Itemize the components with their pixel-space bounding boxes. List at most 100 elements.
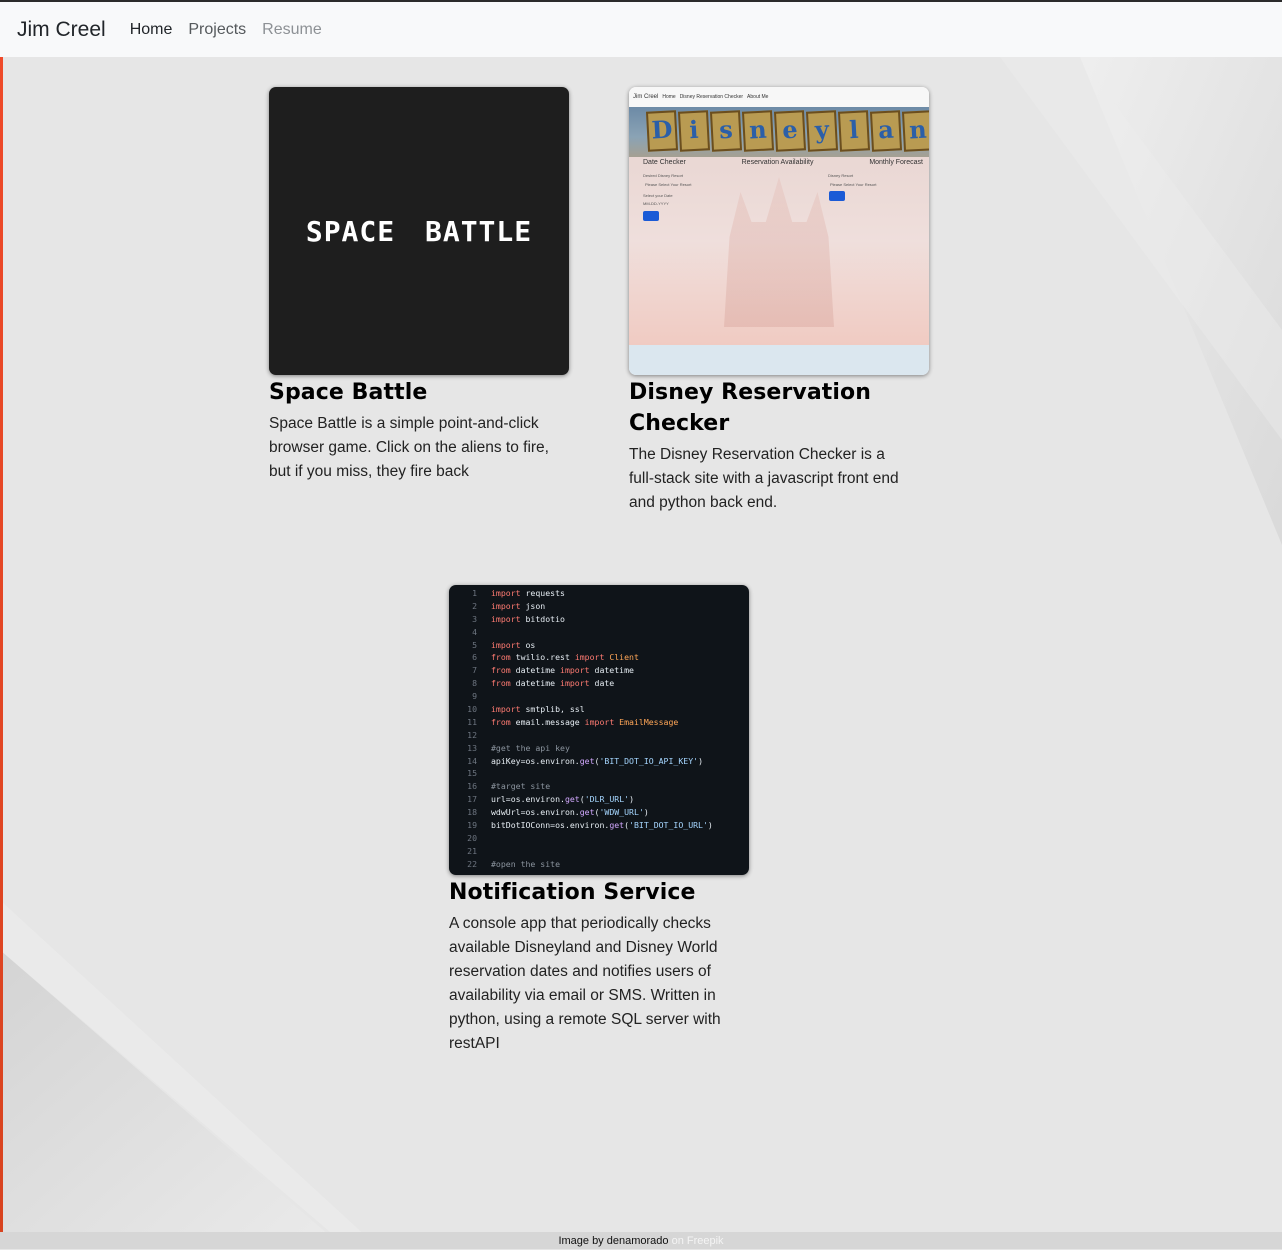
window-top-border	[0, 0, 1282, 2]
disney-checker-thumbnail[interactable]: Jim Creel Home Disney Reservation Checke…	[629, 87, 929, 375]
banner-letter: y	[805, 110, 839, 152]
code-token: import	[491, 704, 521, 715]
footer-credit: Image by denamorado on Freepik	[0, 1232, 1282, 1249]
project-card-space-battle: SPACE BATTLE Space Battle Space Battle i…	[269, 87, 569, 484]
line-number: 11	[467, 716, 477, 727]
code-token: get	[579, 755, 595, 766]
thumb-bottom-strip	[629, 345, 929, 375]
line-number: 1	[472, 588, 477, 598]
thumb-nav-about: About Me	[747, 94, 769, 100]
thumb-submit-button-1	[643, 211, 659, 221]
thumb-field1-value: Please Select Your Resort	[645, 182, 692, 187]
code-token: url=os.environ.	[491, 794, 565, 805]
code-text: from email.message import EmailMessage	[491, 716, 678, 729]
thumb-banner-letters: Disneyland	[645, 110, 929, 152]
thumb-navbar: Jim Creel Home Disney Reservation Checke…	[629, 87, 929, 107]
code-token: get	[564, 794, 580, 805]
code-text: import json	[491, 600, 545, 613]
code-text: #target site	[491, 780, 550, 793]
code-line: 3 import bitdotio	[449, 613, 749, 626]
code-line: 17 url=os.environ.get('DLR_URL')	[449, 793, 749, 806]
code-line: 6 from twilio.rest import Client	[449, 651, 749, 664]
thumb-field1-label: Desired Disney Resort	[643, 173, 684, 178]
line-number: 19	[467, 820, 477, 831]
code-token: datetime	[510, 665, 561, 676]
line-number: 7	[472, 665, 477, 676]
banner-letter: n	[901, 110, 929, 152]
thumb-field3-label: Disney Resort	[828, 173, 854, 178]
thumb-nav-home: Home	[662, 94, 676, 100]
code-token: import	[491, 588, 521, 598]
code-token: get	[609, 820, 625, 831]
nav-link-projects[interactable]: Projects	[188, 21, 246, 39]
code-token: 'BIT_DOT_IO_API_KEY'	[599, 755, 699, 766]
code-line: 8 from datetime import date	[449, 677, 749, 690]
code-token: from	[491, 652, 511, 663]
project-description: The Disney Reservation Checker is a full…	[629, 446, 899, 511]
code-line: 14 apiKey=os.environ.get('BIT_DOT_IO_API_…	[449, 755, 749, 768]
banner-letter: l	[837, 110, 871, 152]
code-text: #get the api key	[491, 742, 570, 755]
code-line: 9	[449, 690, 749, 703]
code-line: 16 #target site	[449, 780, 749, 793]
line-number: 13	[467, 742, 477, 753]
nav-link-resume[interactable]: Resume	[262, 21, 322, 39]
code-token: json	[520, 600, 546, 611]
code-token: smtplib, ssl	[520, 704, 585, 715]
code-text: import requests	[491, 587, 565, 600]
line-number: 10	[467, 704, 477, 715]
code-token: twilio.rest	[510, 652, 575, 663]
code-line: 13 #get the api key	[449, 742, 749, 755]
banner-letter: D	[645, 110, 679, 152]
banner-letter: e	[773, 110, 807, 152]
project-description: Space Battle is a simple point-and-click…	[269, 415, 549, 480]
code-line: 22 #open the site	[449, 858, 749, 871]
code-token: wdwUrl=os.environ.	[491, 807, 580, 818]
space-battle-logo-text: SPACE BATTLE	[305, 214, 533, 248]
banner-letter: n	[741, 110, 775, 152]
code-line: 5 import os	[449, 639, 749, 652]
line-number: 12	[467, 729, 477, 740]
thumb-brand: Jim Creel	[633, 94, 659, 100]
code-token: )	[629, 794, 634, 805]
thumb-columns: Date Checker Reservation Availability Mo…	[643, 159, 923, 166]
line-number: 14	[467, 755, 477, 766]
code-text: from twilio.rest import Client	[491, 651, 639, 664]
code-token: datetime	[589, 665, 634, 676]
code-token: from	[491, 716, 511, 727]
space-battle-thumbnail[interactable]: SPACE BATTLE	[269, 87, 569, 375]
nav-link-home[interactable]: Home	[130, 21, 173, 39]
code-token: #get the api key	[491, 742, 570, 753]
thumb-col-forecast: Monthly Forecast	[869, 159, 923, 166]
code-line: 20	[449, 832, 749, 845]
code-token: date	[589, 678, 615, 689]
line-number: 3	[472, 613, 477, 624]
code-token: bitDotIOConn=os.environ.	[491, 820, 610, 831]
code-token: import	[491, 613, 521, 624]
thumb-field2-label: Select your Date	[643, 193, 673, 198]
code-token: )	[707, 820, 713, 831]
code-token: requests	[520, 588, 565, 598]
line-number: 9	[472, 691, 477, 702]
code-text: bitDotIOConn=os.environ.get('BIT_DOT_IO_…	[491, 819, 713, 832]
thumb-col-date-checker: Date Checker	[643, 159, 686, 166]
code-token: #target site	[491, 781, 551, 792]
code-text: from datetime import datetime	[491, 664, 634, 677]
thumb-castle-shape	[724, 177, 834, 327]
thumb-nav-checker: Disney Reservation Checker	[679, 94, 744, 100]
project-description: A console app that periodically checks a…	[449, 915, 721, 1052]
code-token: Client	[604, 652, 639, 663]
code-token: 'WDW_URL'	[599, 807, 644, 818]
thumb-submit-button-2	[829, 191, 845, 201]
line-number: 5	[472, 639, 477, 650]
code-text: import smtplib, ssl	[491, 703, 585, 716]
navbar-brand[interactable]: Jim Creel	[17, 18, 106, 42]
code-line: 18 wdwUrl=os.environ.get('WDW_URL')	[449, 806, 749, 819]
code-line: 12	[449, 729, 749, 742]
code-token: import	[560, 678, 590, 689]
code-text: import os	[491, 639, 535, 652]
code-line: 21	[449, 845, 749, 858]
footer-freepik-link[interactable]: on Freepik	[672, 1235, 724, 1247]
code-snippet-thumbnail[interactable]: 1 import requests 2 import json 3 import bitd…	[449, 585, 749, 875]
code-token: import	[574, 652, 605, 663]
